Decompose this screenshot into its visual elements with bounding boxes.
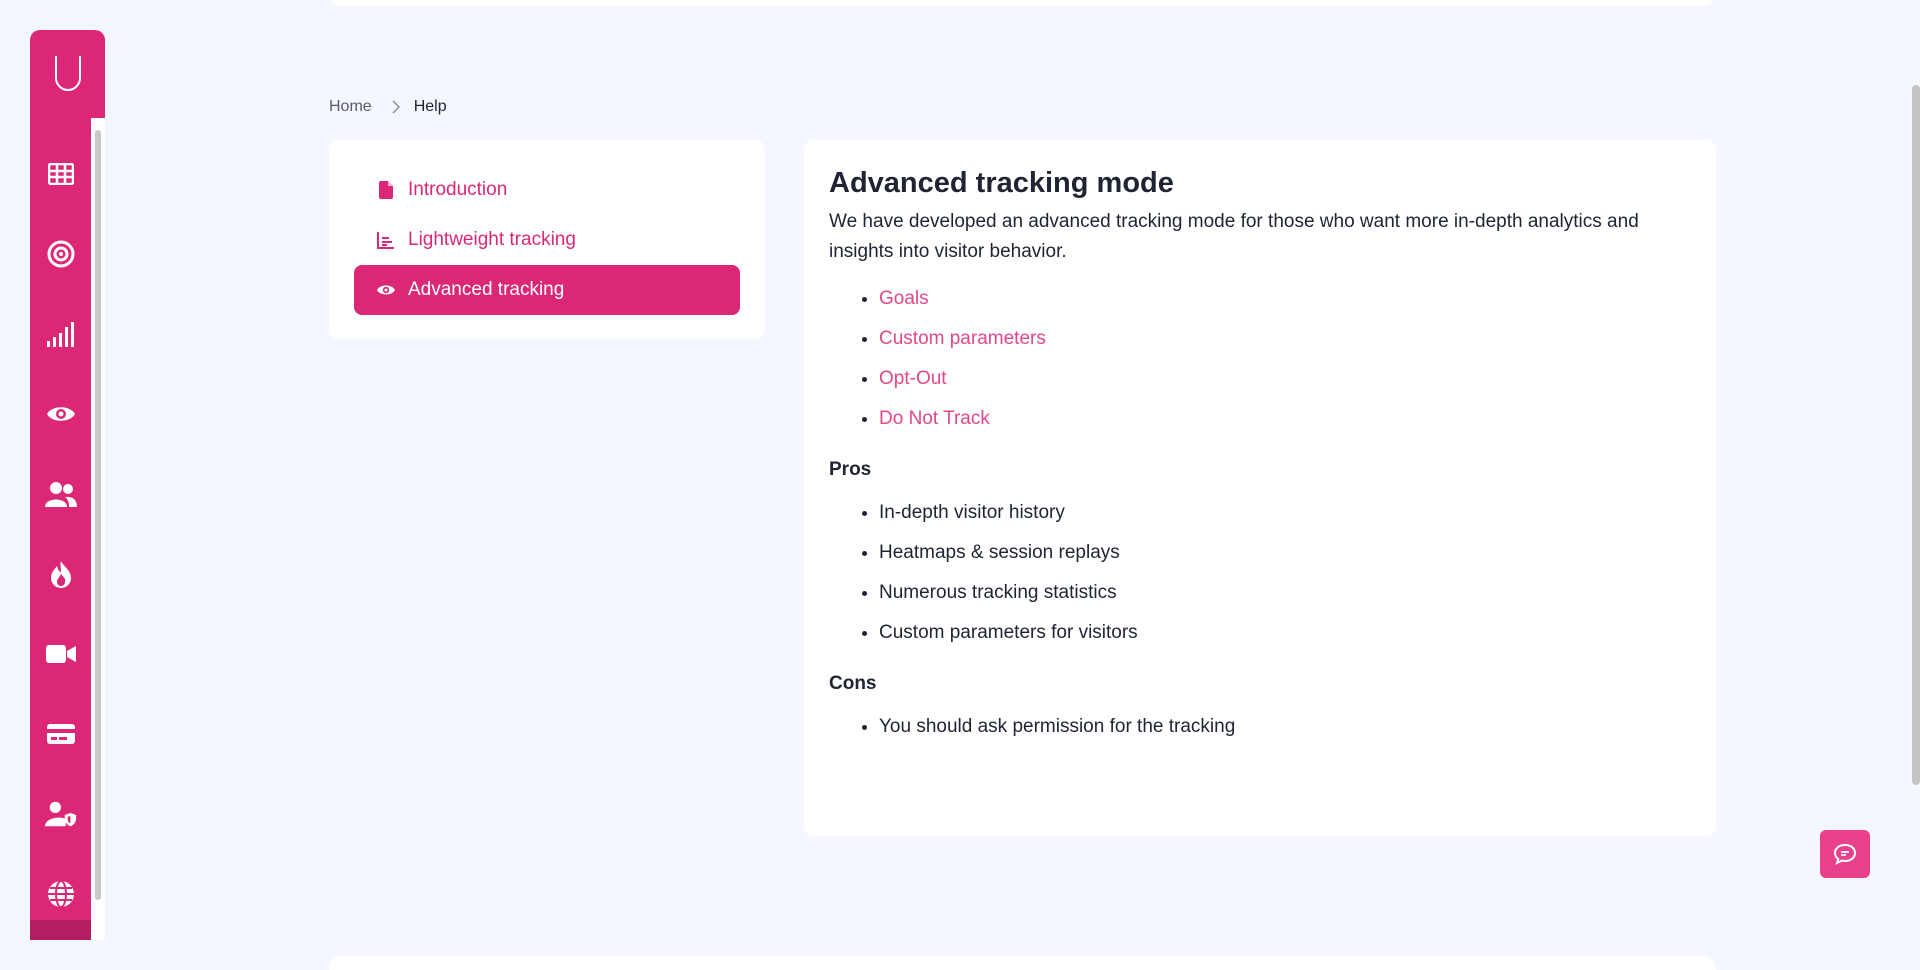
pros-heading: Pros xyxy=(829,458,872,480)
previous-card-edge xyxy=(329,0,1716,6)
breadcrumb-current: Help xyxy=(413,98,447,115)
breadcrumb-home[interactable]: Home xyxy=(329,98,372,116)
sidebar-footer xyxy=(30,920,91,940)
list-item: Do Not Track xyxy=(879,399,1691,439)
list-item: Custom parameters xyxy=(879,319,1691,359)
app-logo[interactable] xyxy=(30,30,105,118)
logo-mark-icon xyxy=(54,56,81,91)
sidebar-scrollbar-thumb[interactable] xyxy=(95,130,101,900)
pros-list: In-depth visitor history Heatmaps & sess… xyxy=(829,493,1691,653)
list-item: Goals xyxy=(879,279,1691,319)
grid-icon[interactable] xyxy=(45,158,77,190)
list-item: Heatmaps & session replays xyxy=(879,533,1691,573)
menu-item-label: Lightweight tracking xyxy=(408,229,576,250)
list-item: You should ask permission for the tracki… xyxy=(879,707,1691,747)
cons-list: You should ask permission for the tracki… xyxy=(829,707,1691,747)
fire-icon[interactable] xyxy=(45,558,77,590)
help-menu: Introduction Lightweight tracking Advanc… xyxy=(329,140,765,339)
menu-item-label: Introduction xyxy=(408,179,508,200)
globe-icon[interactable] xyxy=(45,878,77,910)
eye-icon[interactable] xyxy=(45,398,77,430)
users-icon[interactable] xyxy=(45,478,77,510)
article-intro: We have developed an advanced tracking m… xyxy=(829,210,1639,262)
link-goals[interactable]: Goals xyxy=(879,288,929,309)
menu-item-introduction[interactable]: Introduction xyxy=(354,165,740,215)
chat-bubble-icon xyxy=(1833,843,1857,865)
cons-heading: Cons xyxy=(829,672,877,694)
video-icon[interactable] xyxy=(45,638,77,670)
breadcrumb: Home Help xyxy=(329,98,447,116)
link-do-not-track[interactable]: Do Not Track xyxy=(879,408,990,429)
chevron-right-icon xyxy=(392,100,400,114)
list-item: In-depth visitor history xyxy=(879,493,1691,533)
menu-item-label: Advanced tracking xyxy=(408,279,565,300)
help-article: Advanced tracking mode We have developed… xyxy=(804,140,1716,836)
list-item: Custom parameters for visitors xyxy=(879,613,1691,653)
menu-item-advanced-tracking[interactable]: Advanced tracking xyxy=(354,265,740,315)
eye-icon xyxy=(376,280,396,300)
user-shield-icon[interactable] xyxy=(45,798,77,830)
credit-card-icon[interactable] xyxy=(45,718,77,750)
list-item: Opt-Out xyxy=(879,359,1691,399)
feature-links: Goals Custom parameters Opt-Out Do Not T… xyxy=(829,279,1691,439)
link-custom-parameters[interactable]: Custom parameters xyxy=(879,328,1046,349)
menu-item-lightweight-tracking[interactable]: Lightweight tracking xyxy=(354,215,740,265)
link-opt-out[interactable]: Opt-Out xyxy=(879,368,947,389)
chat-button[interactable] xyxy=(1820,830,1870,878)
file-icon xyxy=(376,180,396,200)
article-title: Advanced tracking mode xyxy=(829,167,1174,199)
next-card-edge xyxy=(329,956,1716,970)
list-item: Numerous tracking statistics xyxy=(879,573,1691,613)
sidebar xyxy=(30,30,105,940)
signal-bars-icon[interactable] xyxy=(45,318,77,350)
chart-icon xyxy=(376,230,396,250)
page-scrollbar[interactable] xyxy=(1912,85,1920,785)
target-icon[interactable] xyxy=(45,238,77,270)
